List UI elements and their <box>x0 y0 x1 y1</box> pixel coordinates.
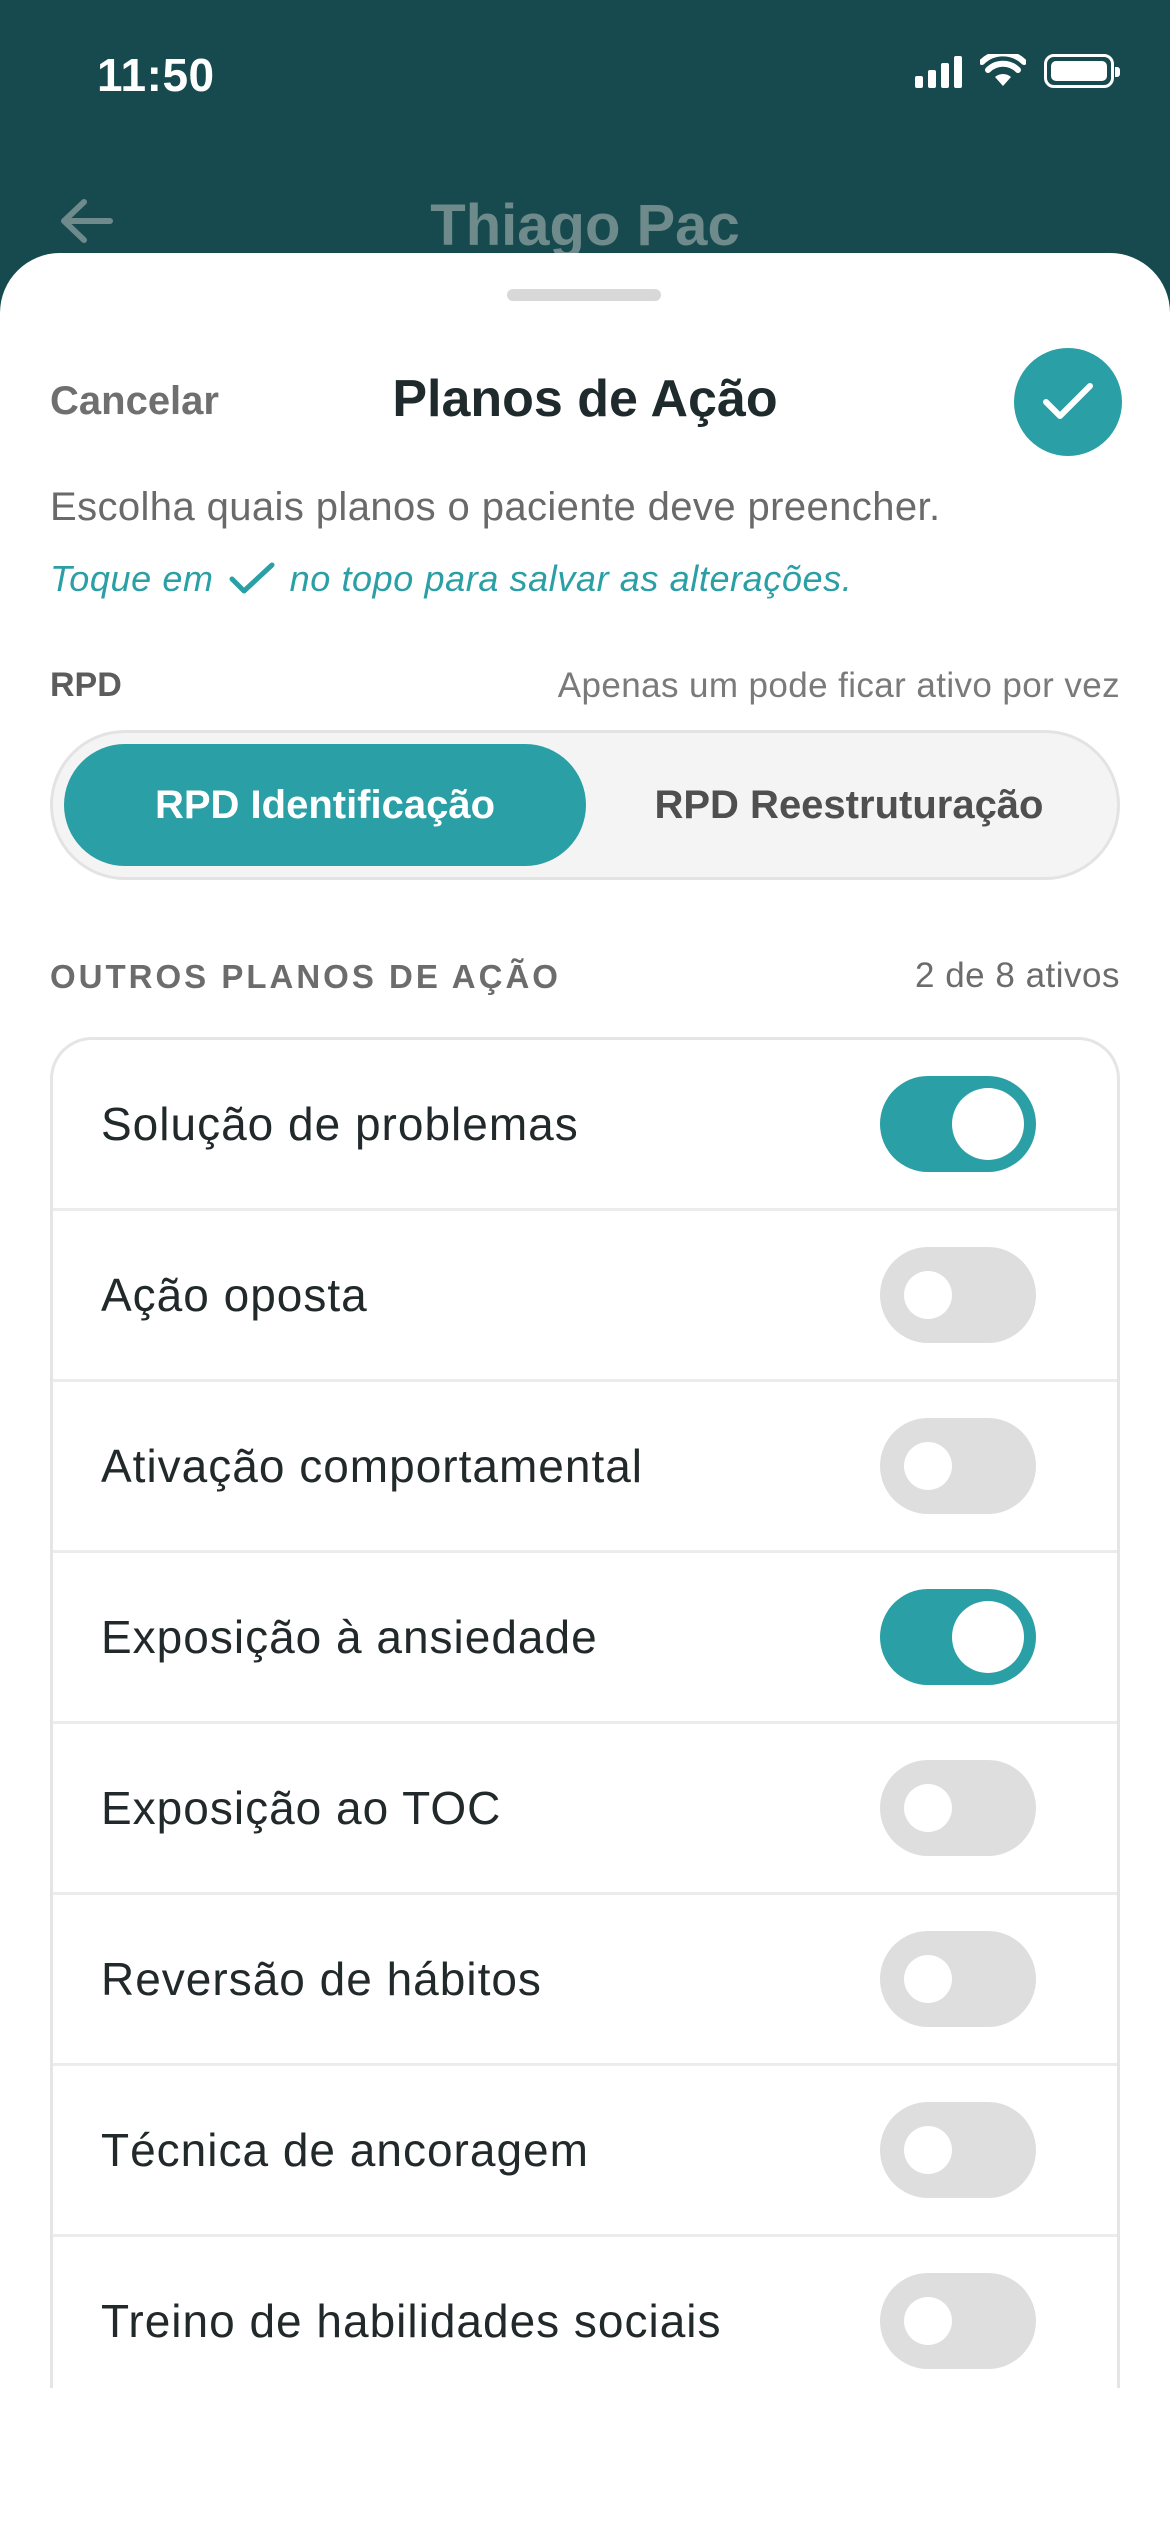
list-item: Treino de habilidades sociais <box>53 2237 1117 2390</box>
toggle-switch[interactable] <box>880 1760 1036 1856</box>
list-item: Ativação comportamental <box>53 1382 1117 1553</box>
checkmark-icon <box>229 562 275 594</box>
toggle-switch[interactable] <box>880 1589 1036 1685</box>
list-item: Reversão de hábitos <box>53 1895 1117 2066</box>
toggle-switch[interactable] <box>880 1247 1036 1343</box>
rpd-section-note: Apenas um pode ficar ativo por vez <box>557 666 1120 705</box>
status-time: 11:50 <box>97 49 215 101</box>
list-item: Ação oposta <box>53 1211 1117 1382</box>
list-item: Exposição ao TOC <box>53 1724 1117 1895</box>
save-button[interactable] <box>1014 348 1122 456</box>
list-item-label: Técnica de ancoragem <box>101 2124 589 2176</box>
list-item-label: Exposição ao TOC <box>101 1782 502 1834</box>
list-item-label: Ativação comportamental <box>101 1440 644 1492</box>
header-title: Thiago Pac <box>430 193 740 258</box>
cellular-signal-icon <box>915 54 962 88</box>
sheet-grabber[interactable] <box>507 289 661 301</box>
list-item-label: Reversão de hábitos <box>101 1953 542 2005</box>
list-item-label: Solução de problemas <box>101 1098 579 1150</box>
save-hint: Toque em no topo para salvar as alteraçõ… <box>50 558 852 600</box>
action-plans-list: Solução de problemas Ação oposta Ativaçã… <box>50 1037 1120 2390</box>
toggle-switch[interactable] <box>880 1418 1036 1514</box>
list-item-label: Treino de habilidades sociais <box>101 2295 722 2347</box>
toggle-switch[interactable] <box>880 2102 1036 2198</box>
rpd-section-label: RPD <box>50 666 122 704</box>
list-item-label: Exposição à ansiedade <box>101 1611 598 1663</box>
sheet-bottom-area <box>0 2388 1170 2532</box>
status-icons <box>915 54 1120 88</box>
list-item-label: Ação oposta <box>101 1269 368 1321</box>
rpd-segmented-control: RPD Identificação RPD Reestruturação <box>50 730 1120 880</box>
hint-text-after: no topo para salvar as alterações. <box>289 558 853 599</box>
sheet-title: Planos de Ação <box>392 370 778 428</box>
toggle-switch[interactable] <box>880 1931 1036 2027</box>
segment-rpd-identificacao[interactable]: RPD Identificação <box>64 744 586 866</box>
list-item: Solução de problemas <box>53 1040 1117 1211</box>
list-item: Técnica de ancoragem <box>53 2066 1117 2237</box>
list-item: Exposição à ansiedade <box>53 1553 1117 1724</box>
toggle-switch[interactable] <box>880 1076 1036 1172</box>
bottom-sheet: Cancelar Planos de Ação Escolha quais pl… <box>0 253 1170 2532</box>
checkmark-icon <box>1043 383 1093 419</box>
wifi-icon <box>980 54 1026 86</box>
others-active-count: 2 de 8 ativos <box>915 956 1120 995</box>
others-section-label: OUTROS PLANOS DE AÇÃO <box>50 958 561 995</box>
toggle-switch[interactable] <box>880 2273 1036 2369</box>
segment-rpd-reestruturacao[interactable]: RPD Reestruturação <box>586 744 1112 866</box>
hint-text-before: Toque em <box>50 558 214 599</box>
battery-icon <box>1044 54 1120 88</box>
sheet-description: Escolha quais planos o paciente deve pre… <box>50 485 941 529</box>
